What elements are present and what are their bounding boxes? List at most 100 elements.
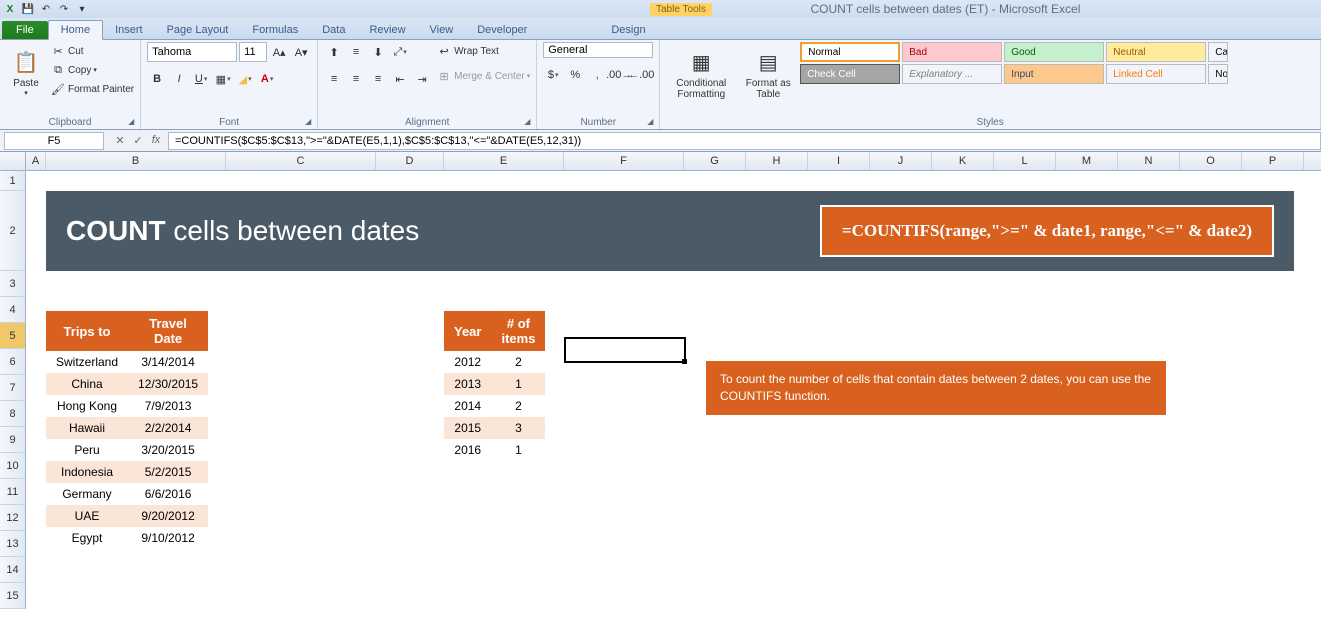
table-cell[interactable]: 2014: [444, 395, 491, 417]
border-button[interactable]: ▦: [213, 69, 233, 89]
tab-home[interactable]: Home: [48, 20, 103, 40]
row-header-9[interactable]: 9: [0, 427, 26, 453]
table-cell[interactable]: 1: [491, 373, 545, 395]
table-cell[interactable]: 12/30/2015: [128, 373, 208, 395]
conditional-formatting-button[interactable]: ▦ Conditional Formatting: [666, 42, 736, 115]
alignment-launcher-icon[interactable]: ◢: [524, 117, 534, 127]
format-as-table-button[interactable]: ▤ Format as Table: [740, 42, 796, 115]
wrap-text-button[interactable]: ↩Wrap Text: [436, 42, 530, 60]
table-cell[interactable]: 2013: [444, 373, 491, 395]
table-cell[interactable]: 2015: [444, 417, 491, 439]
table-row[interactable]: 20131: [444, 373, 545, 395]
col-header-B[interactable]: B: [46, 152, 226, 170]
number-format-select[interactable]: [543, 42, 653, 58]
row-header-13[interactable]: 13: [0, 531, 26, 557]
decrease-indent-icon[interactable]: ⇤: [390, 69, 410, 89]
cancel-formula-icon[interactable]: ✕: [112, 134, 128, 147]
col-header-I[interactable]: I: [808, 152, 870, 170]
style-good[interactable]: Good: [1004, 42, 1104, 62]
style-normal[interactable]: Normal: [800, 42, 900, 62]
font-size-input[interactable]: [239, 42, 267, 62]
col-header-C[interactable]: C: [226, 152, 376, 170]
number-launcher-icon[interactable]: ◢: [647, 117, 657, 127]
underline-button[interactable]: U: [191, 69, 211, 89]
table-cell[interactable]: 9/20/2012: [128, 505, 208, 527]
italic-button[interactable]: I: [169, 69, 189, 89]
table-cell[interactable]: 1: [491, 439, 545, 461]
copy-button[interactable]: ⧉Copy▾: [50, 61, 134, 79]
row-header-14[interactable]: 14: [0, 557, 26, 583]
row-header-6[interactable]: 6: [0, 349, 26, 375]
name-box[interactable]: [4, 132, 104, 150]
enter-formula-icon[interactable]: ✓: [130, 134, 146, 147]
table-cell[interactable]: 3: [491, 417, 545, 439]
col-header-J[interactable]: J: [870, 152, 932, 170]
table-cell[interactable]: Peru: [46, 439, 128, 461]
table-header[interactable]: # of items: [491, 311, 545, 351]
increase-decimal-icon[interactable]: .00→: [609, 65, 629, 85]
col-header-H[interactable]: H: [746, 152, 808, 170]
tab-view[interactable]: View: [418, 21, 466, 39]
tab-file[interactable]: File: [2, 21, 48, 39]
table-row[interactable]: Switzerland3/14/2014: [46, 351, 208, 373]
style-linked-cell[interactable]: Linked Cell: [1106, 64, 1206, 84]
style-neutral[interactable]: Neutral: [1106, 42, 1206, 62]
align-bottom-icon[interactable]: ⬇: [368, 42, 388, 62]
row-header-2[interactable]: 2: [0, 191, 26, 271]
tab-developer[interactable]: Developer: [465, 21, 539, 39]
format-painter-button[interactable]: 🖌Format Painter: [50, 80, 134, 98]
table-header[interactable]: Travel Date: [128, 311, 208, 351]
align-middle-icon[interactable]: ≡: [346, 42, 366, 62]
font-launcher-icon[interactable]: ◢: [305, 117, 315, 127]
tab-data[interactable]: Data: [310, 21, 357, 39]
col-header-P[interactable]: P: [1242, 152, 1304, 170]
merge-center-button[interactable]: ⊞Merge & Center▾: [436, 67, 530, 85]
fx-icon[interactable]: fx: [148, 134, 164, 147]
paste-button[interactable]: 📋 Paste ▾: [6, 42, 46, 115]
tab-formulas[interactable]: Formulas: [240, 21, 310, 39]
style-note-partial[interactable]: No: [1208, 64, 1228, 84]
style-bad[interactable]: Bad: [902, 42, 1002, 62]
align-right-icon[interactable]: ≡: [368, 69, 388, 89]
col-header-D[interactable]: D: [376, 152, 444, 170]
decrease-font-icon[interactable]: A▾: [291, 42, 311, 62]
table-cell[interactable]: 2016: [444, 439, 491, 461]
table-cell[interactable]: UAE: [46, 505, 128, 527]
redo-icon[interactable]: ↷: [56, 1, 72, 17]
table-row[interactable]: Egypt9/10/2012: [46, 527, 208, 549]
table-cell[interactable]: 2012: [444, 351, 491, 373]
table-cell[interactable]: Switzerland: [46, 351, 128, 373]
table-cell[interactable]: Indonesia: [46, 461, 128, 483]
col-header-F[interactable]: F: [564, 152, 684, 170]
table-cell[interactable]: 2: [491, 395, 545, 417]
col-header-O[interactable]: O: [1180, 152, 1242, 170]
table-row[interactable]: Hong Kong7/9/2013: [46, 395, 208, 417]
comma-format-icon[interactable]: ,: [587, 65, 607, 85]
table-row[interactable]: China12/30/2015: [46, 373, 208, 395]
col-header-K[interactable]: K: [932, 152, 994, 170]
align-top-icon[interactable]: ⬆: [324, 42, 344, 62]
row-header-12[interactable]: 12: [0, 505, 26, 531]
col-header-G[interactable]: G: [684, 152, 746, 170]
tab-page-layout[interactable]: Page Layout: [155, 21, 241, 39]
table-cell[interactable]: 2: [491, 351, 545, 373]
table-row[interactable]: 20122: [444, 351, 545, 373]
align-center-icon[interactable]: ≡: [346, 69, 366, 89]
table-cell[interactable]: Hong Kong: [46, 395, 128, 417]
bold-button[interactable]: B: [147, 69, 167, 89]
table-cell[interactable]: 2/2/2014: [128, 417, 208, 439]
table-cell[interactable]: Hawaii: [46, 417, 128, 439]
style-check-cell[interactable]: Check Cell: [800, 64, 900, 84]
tab-review[interactable]: Review: [357, 21, 417, 39]
table-cell[interactable]: 7/9/2013: [128, 395, 208, 417]
select-all-corner[interactable]: [0, 152, 26, 170]
cut-button[interactable]: ✂Cut: [50, 42, 134, 60]
align-left-icon[interactable]: ≡: [324, 69, 344, 89]
decrease-decimal-icon[interactable]: ←.00: [631, 65, 651, 85]
table-row[interactable]: 20153: [444, 417, 545, 439]
clipboard-launcher-icon[interactable]: ◢: [128, 117, 138, 127]
style-calculation-partial[interactable]: Ca: [1208, 42, 1228, 62]
style-explanatory[interactable]: Explanatory ...: [902, 64, 1002, 84]
tab-insert[interactable]: Insert: [103, 21, 155, 39]
font-name-input[interactable]: [147, 42, 237, 62]
